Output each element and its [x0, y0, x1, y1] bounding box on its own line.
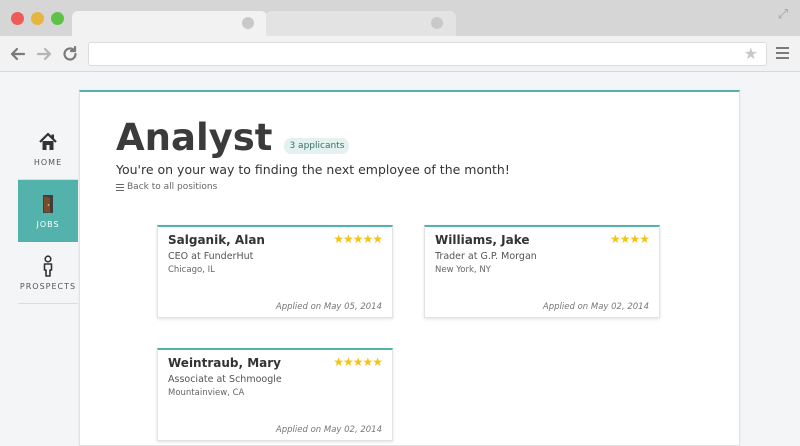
applied-date: Applied on May 05, 2014 — [275, 302, 382, 312]
rating-stars: ★★★★ — [609, 232, 650, 246]
forward-arrow-icon[interactable] — [34, 44, 54, 64]
sidebar-item-label: Prospects — [19, 281, 77, 291]
address-bar[interactable]: ★ — [88, 42, 767, 66]
sidebar-item-label: Home — [33, 157, 63, 167]
applicant-location: Chicago, IL — [168, 265, 215, 275]
page-title: Analyst — [116, 116, 273, 159]
person-icon — [43, 254, 53, 277]
applied-date: Applied on May 02, 2014 — [542, 302, 649, 312]
applicant-role: CEO at FunderHut — [168, 251, 254, 262]
rating-stars: ★★★★★ — [333, 355, 383, 369]
list-icon — [116, 182, 124, 193]
browser-toolbar: ★ — [0, 36, 800, 72]
browser-titlebar: ⤢ — [0, 0, 800, 36]
sidebar-item-home[interactable]: Home — [18, 118, 78, 180]
title-row: Analyst 3 applicants — [116, 116, 350, 159]
page-subtitle: You're on your way to finding the next e… — [116, 162, 510, 177]
main-panel: Analyst 3 applicants You're on your way … — [79, 90, 740, 446]
expand-icon[interactable]: ⤢ — [776, 8, 790, 22]
sidebar-item-label: Jobs — [36, 219, 60, 229]
tab-close-icon[interactable] — [242, 17, 254, 29]
browser-tab-inactive[interactable] — [266, 11, 456, 36]
bookmark-star-icon[interactable]: ★ — [744, 45, 758, 63]
menu-icon[interactable] — [776, 47, 789, 60]
browser-tab-active[interactable] — [72, 11, 267, 36]
door-icon — [43, 194, 53, 213]
sidebar-nav: Home Jobs Prospects — [18, 118, 78, 304]
page-viewport: Home Jobs Prospects Analyst 3 applicants… — [0, 73, 800, 446]
applicant-location: New York, NY — [435, 265, 491, 275]
applied-date: Applied on May 02, 2014 — [275, 425, 382, 435]
reload-icon[interactable] — [60, 44, 80, 64]
tab-close-icon[interactable] — [431, 17, 443, 29]
applicant-location: Mountainview, CA — [168, 388, 245, 398]
home-icon — [39, 132, 57, 150]
rating-stars: ★★★★★ — [333, 232, 383, 246]
applicant-card[interactable]: Williams, Jake ★★★★ Trader at G.P. Morga… — [424, 225, 660, 318]
applicants-count-badge: 3 applicants — [284, 138, 350, 154]
back-to-positions-link[interactable]: Back to all positions — [116, 182, 217, 193]
applicant-name: Salganik, Alan — [168, 233, 265, 247]
maximize-window-button[interactable] — [51, 12, 64, 25]
url-input[interactable] — [89, 43, 729, 65]
applicant-card[interactable]: Salganik, Alan ★★★★★ CEO at FunderHut Ch… — [157, 225, 393, 318]
close-window-button[interactable] — [11, 12, 24, 25]
applicant-name: Williams, Jake — [435, 233, 530, 247]
sidebar-item-prospects[interactable]: Prospects — [18, 242, 78, 304]
applicant-role: Trader at G.P. Morgan — [435, 251, 537, 262]
applicant-card[interactable]: Weintraub, Mary ★★★★★ Associate at Schmo… — [157, 348, 393, 441]
applicant-role: Associate at Schmoogle — [168, 374, 282, 385]
sidebar-item-jobs[interactable]: Jobs — [18, 180, 78, 242]
applicant-name: Weintraub, Mary — [168, 356, 282, 370]
back-arrow-icon[interactable] — [8, 44, 28, 64]
minimize-window-button[interactable] — [31, 12, 44, 25]
back-link-label: Back to all positions — [127, 182, 218, 193]
